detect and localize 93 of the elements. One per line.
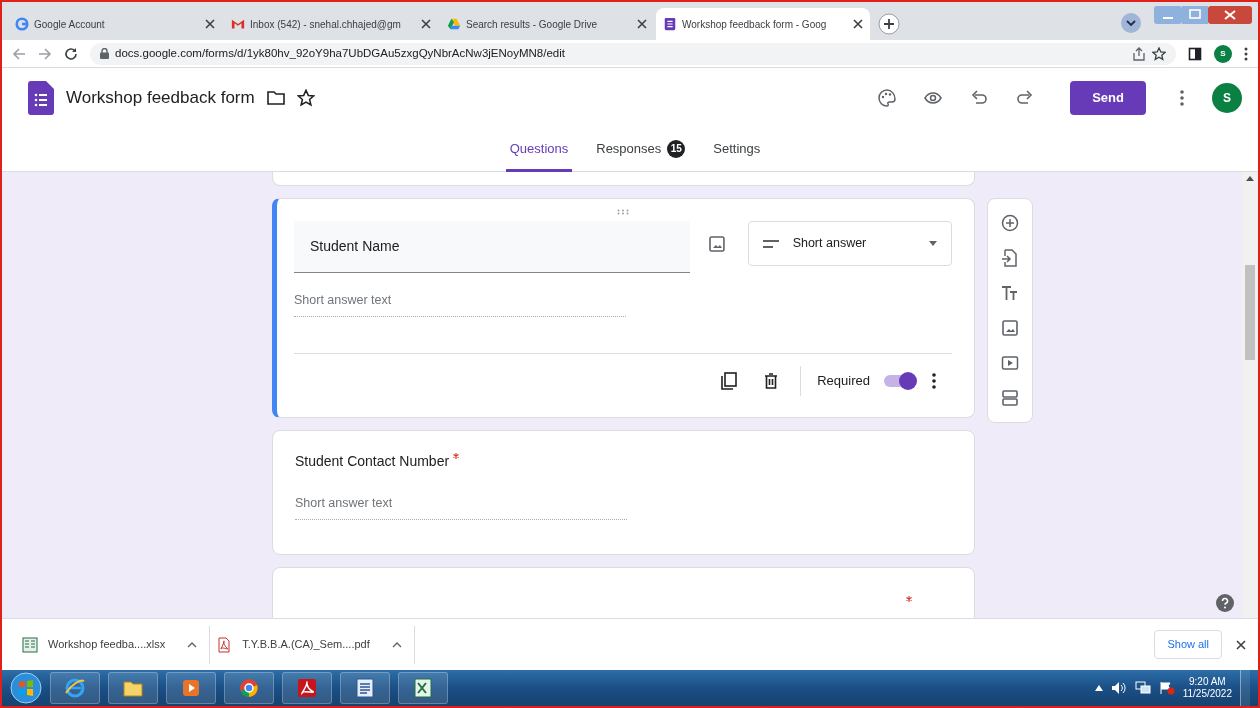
new-tab-icon[interactable] bbox=[878, 13, 900, 35]
start-button-icon[interactable] bbox=[10, 672, 42, 704]
spreadsheet-file-icon bbox=[22, 636, 38, 653]
duplicate-icon[interactable] bbox=[720, 371, 739, 390]
count-badge: 15 bbox=[667, 139, 686, 158]
forms-logo-icon[interactable] bbox=[28, 81, 54, 115]
more-icon[interactable] bbox=[1244, 46, 1248, 61]
profile-avatar[interactable]: S bbox=[1214, 44, 1232, 63]
download-item[interactable]: T.Y.B.B.A.(CA)_Sem....pdf bbox=[210, 625, 415, 664]
tray-overflow-icon[interactable] bbox=[1094, 685, 1103, 691]
title-text-icon[interactable] bbox=[1001, 283, 1019, 302]
chrome-icon[interactable] bbox=[238, 677, 260, 699]
close-icon[interactable] bbox=[1236, 639, 1246, 650]
more-icon[interactable] bbox=[1180, 90, 1184, 106]
star-icon[interactable] bbox=[1152, 46, 1166, 61]
send-button[interactable]: Send bbox=[1070, 81, 1146, 115]
document-app-icon[interactable] bbox=[354, 677, 376, 699]
google-icon bbox=[15, 17, 29, 31]
close-icon[interactable] bbox=[205, 19, 215, 29]
image-icon[interactable] bbox=[1001, 319, 1019, 338]
volume-icon[interactable] bbox=[1110, 681, 1127, 695]
clock-time[interactable]: 9:20 AM bbox=[1182, 675, 1232, 688]
network-icon[interactable] bbox=[1134, 681, 1151, 695]
preview-eye-icon[interactable] bbox=[924, 89, 943, 107]
address-bar[interactable]: docs.google.com/forms/d/1yk80hv_92oY9ha7UbDGAu5zxgQyNbrAcNw3jENoyMN8/edit bbox=[90, 42, 1176, 65]
close-icon[interactable] bbox=[637, 19, 647, 29]
show-desktop-button[interactable] bbox=[1240, 670, 1250, 706]
browser-e-icon[interactable] bbox=[64, 677, 86, 699]
tab-title: Workshop feedback form - Goog bbox=[682, 17, 828, 32]
browser-tab[interactable]: Search results - Google Drive bbox=[440, 8, 654, 40]
star-icon[interactable] bbox=[296, 89, 315, 107]
palette-icon[interactable] bbox=[878, 89, 897, 107]
required-label: Required bbox=[817, 372, 870, 390]
image-icon[interactable] bbox=[707, 235, 726, 253]
forms-icon bbox=[663, 17, 677, 31]
lock-icon bbox=[100, 48, 109, 59]
pdf-reader-icon[interactable] bbox=[296, 677, 318, 699]
file-name: T.Y.B.B.A.(CA)_Sem....pdf bbox=[242, 637, 370, 653]
help-icon[interactable] bbox=[1216, 594, 1234, 612]
import-questions-icon[interactable] bbox=[1001, 248, 1019, 267]
chevron-up-icon[interactable] bbox=[391, 641, 402, 648]
media-player-icon[interactable] bbox=[180, 677, 202, 699]
caret-icon bbox=[929, 241, 937, 246]
tab-title: Search results - Google Drive bbox=[466, 17, 599, 32]
scrollbar[interactable] bbox=[1242, 172, 1258, 618]
chevron-up-icon[interactable] bbox=[187, 641, 198, 648]
required-toggle[interactable] bbox=[882, 370, 918, 391]
scrollbar-thumb[interactable] bbox=[1245, 265, 1255, 360]
short-text-icon bbox=[762, 239, 779, 248]
tab-title: Google Account bbox=[34, 17, 106, 32]
dropdown-icon[interactable] bbox=[1120, 12, 1142, 34]
download-item[interactable]: Workshop feedba....xlsx bbox=[16, 625, 211, 664]
tab-label: Responses bbox=[596, 139, 662, 158]
side-panel-icon[interactable] bbox=[1188, 46, 1202, 61]
question-title: Student Contact Number bbox=[295, 452, 450, 471]
form-tab[interactable]: Settings bbox=[709, 128, 765, 172]
drive-icon bbox=[447, 17, 461, 31]
scroll-up-icon[interactable] bbox=[1246, 176, 1254, 181]
share-icon[interactable] bbox=[1132, 46, 1146, 61]
browser-tab[interactable]: Inbox (542) - snehal.chhajed@gm bbox=[224, 8, 438, 40]
close-icon[interactable] bbox=[421, 19, 431, 29]
clock-date[interactable]: 11/25/2022 bbox=[1182, 688, 1232, 701]
show-all-button[interactable]: Show all bbox=[1154, 630, 1222, 659]
answer-field[interactable]: Short answer text bbox=[295, 494, 627, 520]
redo-icon[interactable] bbox=[1016, 89, 1035, 107]
question-type-dropdown[interactable]: Short answer bbox=[747, 221, 952, 266]
answer-field[interactable]: Short answer text bbox=[294, 291, 626, 317]
forward-icon[interactable] bbox=[38, 46, 52, 61]
form-title[interactable]: Workshop feedback form bbox=[66, 85, 255, 111]
browser-tab[interactable]: Workshop feedback form - Goog bbox=[656, 8, 870, 40]
undo-icon[interactable] bbox=[970, 89, 989, 107]
url-text: docs.google.com/forms/d/1yk80hv_92oY9ha7UbDGAu5zxgQyNbrAcNw3jENoyMN8/edit bbox=[115, 45, 565, 61]
account-avatar[interactable]: S bbox=[1212, 83, 1242, 113]
window-controls-drawing[interactable] bbox=[1154, 6, 1254, 26]
section-icon[interactable] bbox=[1001, 389, 1019, 408]
dropdown-value: Short answer bbox=[792, 235, 868, 253]
reload-icon[interactable] bbox=[64, 46, 78, 61]
mail-icon bbox=[231, 17, 245, 31]
add-question-icon[interactable] bbox=[1001, 213, 1019, 232]
pdf-file-icon bbox=[216, 636, 233, 653]
more-icon[interactable] bbox=[932, 372, 936, 389]
form-tab[interactable]: Responses 15 bbox=[592, 128, 690, 172]
browser-tab[interactable]: Google Account bbox=[8, 8, 222, 40]
question-title-field[interactable]: Student Name bbox=[294, 221, 690, 273]
spreadsheet-app-icon[interactable] bbox=[412, 677, 434, 699]
action-center-flag-icon[interactable] bbox=[1158, 681, 1175, 695]
video-icon[interactable] bbox=[1001, 354, 1019, 373]
tab-title: Inbox (542) - snehal.chhajed@gm bbox=[250, 17, 402, 32]
drag-handle-icon[interactable] bbox=[617, 209, 629, 215]
close-icon[interactable] bbox=[853, 19, 863, 29]
folder-icon[interactable] bbox=[266, 90, 285, 106]
file-name: Workshop feedba....xlsx bbox=[48, 637, 166, 653]
back-icon[interactable] bbox=[12, 46, 26, 61]
